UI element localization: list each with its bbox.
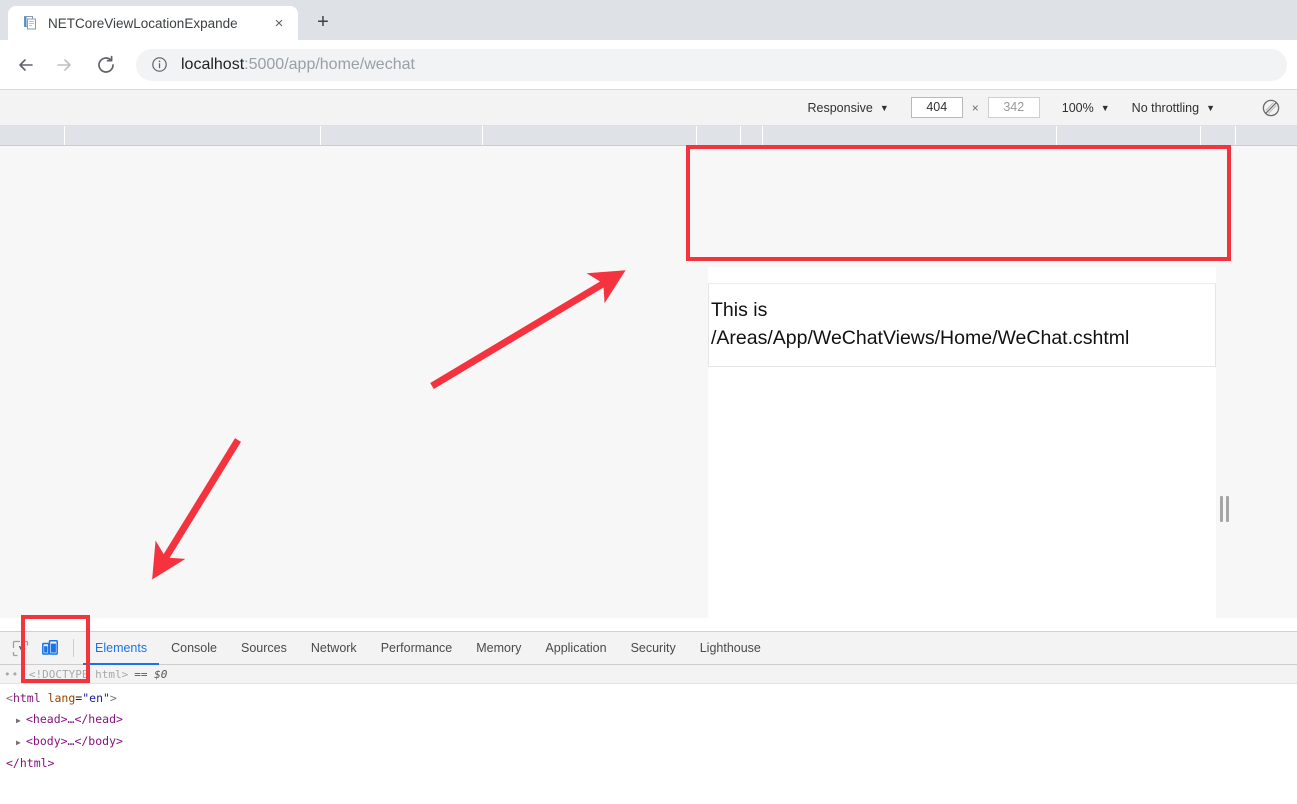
device-toggle-highlight-viewport [686,145,1231,261]
browser-window: NETCoreViewLocationExpande × + localhost… [0,0,1297,804]
device-toggle-highlight [21,615,90,683]
annotation-arrows [152,270,626,580]
arrow-pointing-to-rendered-view [430,270,626,390]
arrow-pointing-to-device-toolbar-button [152,438,241,580]
